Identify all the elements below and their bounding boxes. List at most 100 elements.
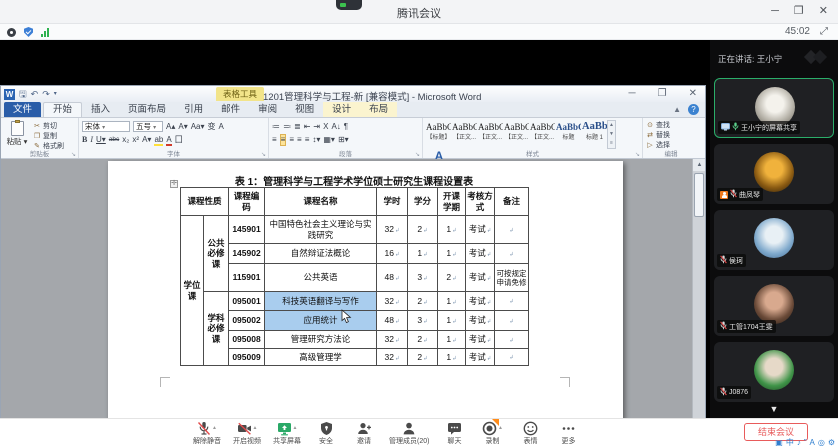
word-close-icon[interactable]: ✕ <box>689 88 697 100</box>
ime-mode-icon[interactable]: A <box>810 438 815 448</box>
paragraph-tool-icon[interactable]: ⇤ <box>304 121 311 133</box>
term-cell[interactable]: 2 <box>438 264 466 292</box>
recording-status-icon[interactable] <box>7 28 16 37</box>
course-code-cell[interactable]: 095002 <box>229 311 265 331</box>
开启视频-button[interactable]: ▲开启视频 <box>233 421 261 446</box>
credits-cell[interactable]: 2 <box>408 292 438 311</box>
paragraph-tool-icon[interactable]: ≔ <box>272 121 280 133</box>
exam-cell[interactable]: 考试 <box>466 292 495 311</box>
participant-tile[interactable]: 曲凤琴 <box>714 144 834 204</box>
collapse-panel-icon[interactable]: ▼ <box>710 404 838 414</box>
clipboard-copy-button[interactable]: ❐复制 <box>33 131 64 141</box>
note-cell[interactable]: 可按规定申请免修 <box>495 264 529 292</box>
fullscreen-icon[interactable]: ⤢ <box>820 27 830 37</box>
options-arrow-icon[interactable]: ▲ <box>253 425 258 431</box>
安全-button[interactable]: 安全 <box>313 421 339 446</box>
font-tool-icon[interactable]: abc <box>109 134 119 146</box>
ime-panel-icon[interactable]: ▣ <box>775 438 783 448</box>
participant-tile[interactable]: 王小宁的屏幕共享 <box>714 78 834 138</box>
term-cell[interactable]: 1 <box>438 349 466 366</box>
paragraph-tool-icon[interactable]: ≕ <box>283 121 291 133</box>
font-tool-icon[interactable]: ab <box>154 134 163 146</box>
redo-icon[interactable]: ↷ <box>42 89 50 100</box>
style-card[interactable]: AaBbCc【正文... <box>504 120 529 147</box>
更多-button[interactable]: 更多 <box>555 421 581 446</box>
participant-tile[interactable]: 工管1704王雯 <box>714 276 834 336</box>
style-card[interactable]: AaBbC标题 <box>556 120 581 147</box>
word-app-icon[interactable]: W <box>4 89 15 100</box>
scrollbar-thumb[interactable] <box>694 173 704 217</box>
dialog-launcher-icon[interactable]: ↘ <box>635 151 640 158</box>
scroll-up-icon[interactable]: ▲ <box>693 159 705 171</box>
paragraph-tool-icon[interactable]: ↕▾ <box>312 134 320 146</box>
paragraph-tool-icon[interactable]: A↓ <box>331 121 340 133</box>
exam-cell[interactable]: 考试 <box>466 264 495 292</box>
term-cell[interactable]: 1 <box>438 244 466 264</box>
note-cell[interactable] <box>495 311 529 331</box>
font-tool-icon[interactable]: B <box>82 134 87 146</box>
paragraph-tool-icon[interactable]: ≡ <box>272 134 277 146</box>
tab-布局[interactable]: 布局 <box>360 102 397 117</box>
ime-search-icon[interactable]: ◎ <box>818 438 825 448</box>
course-name-cell[interactable]: 管理研究方法论 <box>265 331 377 349</box>
ime-punct-icon[interactable]: ” <box>804 438 807 448</box>
course-code-cell[interactable]: 095001 <box>229 292 265 311</box>
course-name-cell[interactable]: 中国特色社会主义理论与实践研究 <box>265 216 377 244</box>
note-cell[interactable] <box>495 349 529 366</box>
dialog-launcher-icon[interactable]: ↘ <box>415 151 420 158</box>
term-cell[interactable]: 1 <box>438 216 466 244</box>
minimize-icon[interactable]: ─ <box>771 4 779 18</box>
tab-引用[interactable]: 引用 <box>175 102 212 117</box>
font-tool-icon[interactable]: U▾ <box>96 134 106 146</box>
tab-视图[interactable]: 视图 <box>286 102 323 117</box>
note-cell[interactable] <box>495 292 529 311</box>
hours-cell[interactable]: 32 <box>377 349 408 366</box>
exam-cell[interactable]: 考试 <box>466 331 495 349</box>
term-cell[interactable]: 1 <box>438 292 466 311</box>
exam-cell[interactable]: 考试 <box>466 216 495 244</box>
clipboard-cut-button[interactable]: ✂剪切 <box>33 121 64 131</box>
course-code-cell[interactable]: 095009 <box>229 349 265 366</box>
聊天-button[interactable]: 聊天 <box>441 421 467 446</box>
note-cell[interactable] <box>495 216 529 244</box>
credits-cell[interactable]: 1 <box>408 244 438 264</box>
paragraph-tool-icon[interactable]: ¶ <box>344 121 348 133</box>
paragraph-tool-icon[interactable]: ⇥ <box>313 121 320 133</box>
credits-cell[interactable]: 2 <box>408 216 438 244</box>
dialog-launcher-icon[interactable]: ↘ <box>71 151 76 158</box>
font-tool-icon[interactable]: Aa▾ <box>191 121 205 133</box>
paragraph-tool-icon[interactable]: X <box>323 121 328 133</box>
font-tool-icon[interactable]: 囗 <box>175 134 183 146</box>
tab-插入[interactable]: 插入 <box>82 102 119 117</box>
hours-cell[interactable]: 32 <box>377 331 408 349</box>
录制-button[interactable]: ▲录制 <box>479 421 505 446</box>
word-minimize-icon[interactable]: ─ <box>629 88 636 100</box>
credits-cell[interactable]: 3 <box>408 311 438 331</box>
dialog-launcher-icon[interactable]: ↘ <box>261 151 266 158</box>
font-size-select[interactable]: 五号 ▾ <box>133 121 163 132</box>
tab-开始[interactable]: 开始 <box>43 102 82 117</box>
style-card[interactable]: AaBbC【标题】 <box>426 120 451 147</box>
editing-replace-button[interactable]: ⇄替换 <box>646 130 696 140</box>
style-card[interactable]: AaBbCc【正文... <box>530 120 555 147</box>
vertical-scrollbar[interactable]: ▲ ▼ <box>692 159 705 439</box>
font-tool-icon[interactable]: A▾ <box>178 121 187 133</box>
style-card[interactable]: AaBbCc【正文... <box>452 120 477 147</box>
style-card[interactable]: AaBb标题 1 <box>582 120 607 147</box>
tab-审阅[interactable]: 审阅 <box>249 102 286 117</box>
course-code-cell[interactable]: 115901 <box>229 264 265 292</box>
邀请-button[interactable]: 邀请 <box>351 421 377 446</box>
ime-shape-icon[interactable]: ♪ <box>797 438 801 448</box>
course-name-cell[interactable]: 应用统计 <box>265 311 377 331</box>
network-security-icon[interactable] <box>24 27 33 37</box>
tab-设计[interactable]: 设计 <box>323 102 360 117</box>
participant-tile[interactable]: J0876 <box>714 342 834 402</box>
credits-cell[interactable]: 2 <box>408 349 438 366</box>
管理成员(20)-button[interactable]: 管理成员(20) <box>389 421 429 446</box>
hours-cell[interactable]: 32 <box>377 292 408 311</box>
exam-cell[interactable]: 考试 <box>466 349 495 366</box>
collapse-ribbon-icon[interactable]: ▲ <box>673 105 681 114</box>
table-move-handle-icon[interactable]: ✛ <box>170 180 178 188</box>
word-restore-icon[interactable]: ❐ <box>658 88 667 100</box>
解除静音-button[interactable]: ▲解除静音 <box>193 421 221 446</box>
